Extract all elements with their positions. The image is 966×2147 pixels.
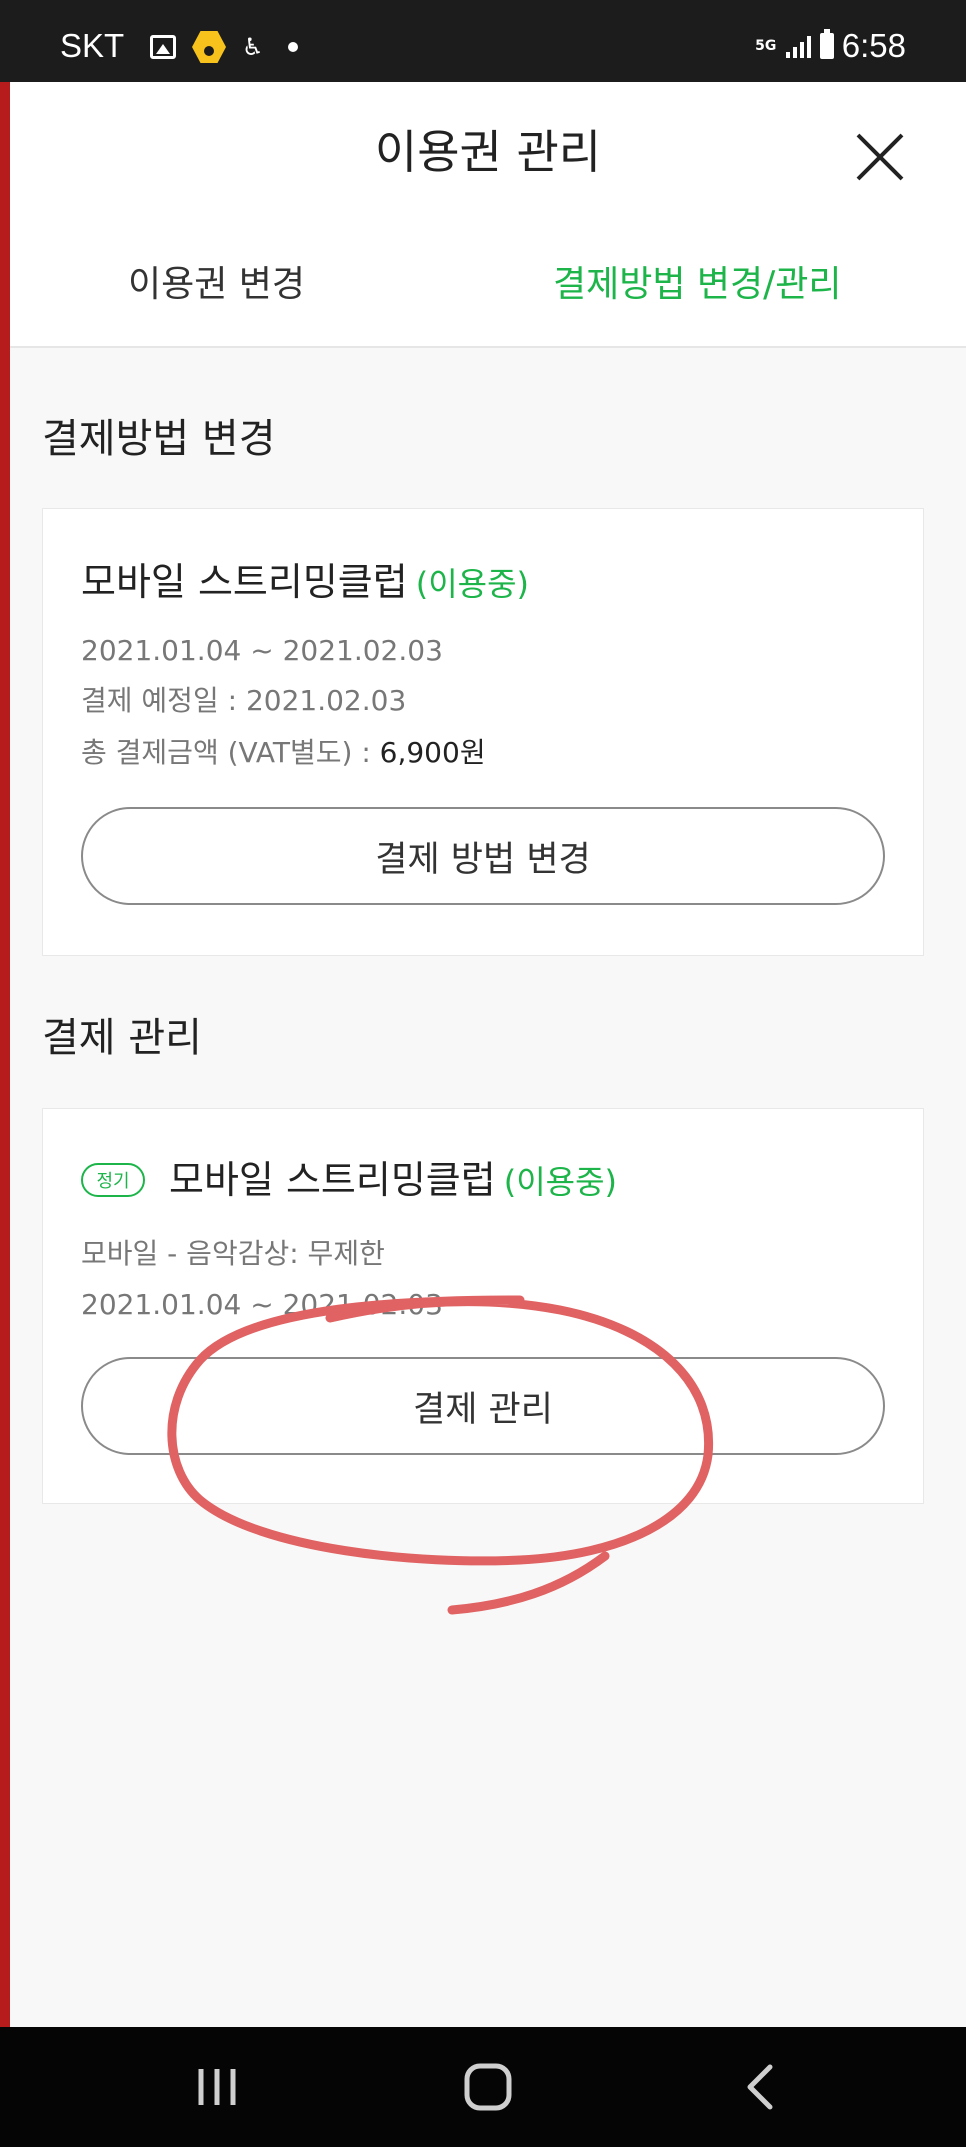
- home-icon: [464, 2063, 512, 2111]
- back-button[interactable]: [730, 2057, 790, 2117]
- home-button[interactable]: [458, 2057, 518, 2117]
- emoji-app-icon: [192, 31, 226, 63]
- card-title: 모바일 스트리밍클럽 (이용중): [169, 1155, 617, 1207]
- status-bar: SKT ♿ 5G 6:58: [0, 0, 966, 82]
- next-payment-row: 결제 예정일 : 2021.02.03: [81, 681, 406, 721]
- walker-icon: ♿: [242, 33, 264, 61]
- notification-icons: ♿: [150, 30, 298, 64]
- back-icon: [747, 2064, 773, 2110]
- product-name: 모바일 스트리밍클럽: [169, 1158, 496, 1202]
- product-name: 모바일 스트리밍클럽: [81, 560, 408, 604]
- next-payment-date: 2021.02.03: [245, 684, 407, 717]
- total-amount-row: 총 결제금액 (VAT별도) : 6,900원: [81, 733, 486, 773]
- total-amount: 6,900원: [379, 736, 486, 769]
- manage-payment-button[interactable]: 결제 관리: [81, 1357, 885, 1455]
- card-title: 모바일 스트리밍클럽 (이용중): [81, 557, 529, 609]
- close-icon: [856, 133, 904, 181]
- tab-plan-change[interactable]: 이용권 변경: [128, 260, 305, 310]
- change-payment-method-button[interactable]: 결제 방법 변경: [81, 807, 885, 905]
- period: 2021.01.04 ~ 2021.02.03: [81, 1288, 443, 1321]
- signal-icon: [785, 34, 814, 58]
- usage-status: (이용중): [503, 1163, 618, 1201]
- header: 이용권 관리 이용권 변경 결제방법 변경/관리: [10, 82, 966, 348]
- tab-payment-management[interactable]: 결제방법 변경/관리: [553, 260, 842, 310]
- screen: SKT ♿ 5G 6:58 이용권 관리 이용권 변경 결제방법 변경/관리 결…: [0, 0, 966, 2147]
- plan-detail: 모바일 - 음악감상: 무제한: [81, 1237, 385, 1270]
- close-button[interactable]: [850, 127, 910, 187]
- carrier-label: SKT: [60, 27, 125, 64]
- payment-method-card: 모바일 스트리밍클럽 (이용중) 2021.01.04 ~ 2021.02.03 …: [42, 508, 924, 956]
- usage-status: (이용중): [415, 565, 530, 603]
- subscription-badge: 정기: [81, 1163, 145, 1197]
- clock: 6:58: [841, 27, 906, 64]
- more-notifications-dot-icon: [287, 42, 298, 52]
- gallery-icon: [150, 35, 176, 59]
- section-title-payment-manage: 결제 관리: [42, 1015, 202, 1061]
- status-right: 5G 6:58: [754, 26, 906, 66]
- next-payment-label: 결제 예정일 :: [81, 684, 246, 717]
- window-edge: [0, 82, 10, 2027]
- period: 2021.01.04 ~ 2021.02.03: [81, 634, 443, 667]
- page-title: 이용권 관리: [374, 125, 602, 179]
- section-title-payment-method: 결제방법 변경: [42, 416, 276, 462]
- total-label: 총 결제금액 (VAT별도) :: [81, 736, 380, 769]
- payment-manage-card: 정기 모바일 스트리밍클럽 (이용중) 모바일 - 음악감상: 무제한 2021.…: [42, 1108, 924, 1504]
- battery-icon: [819, 29, 834, 59]
- network-5g-icon: 5G: [755, 38, 777, 54]
- recents-icon: [198, 2069, 236, 2105]
- navigation-bar: [0, 2027, 966, 2147]
- recents-button[interactable]: [187, 2057, 247, 2117]
